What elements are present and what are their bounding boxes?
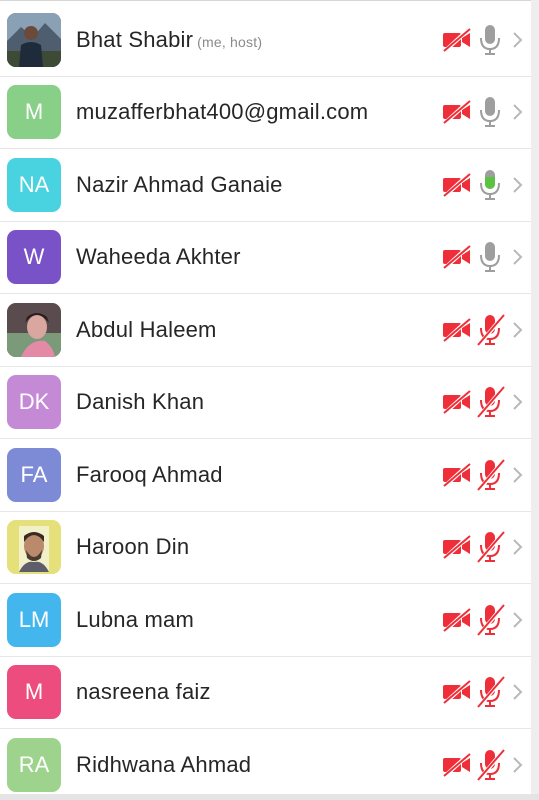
avatar xyxy=(7,12,61,67)
participants-list: Bhat Shabir (me, host) Mmuzafferbhat400@gm… xyxy=(0,4,531,800)
avatar-initials: W xyxy=(23,244,45,270)
chevron-right-icon[interactable] xyxy=(512,248,524,266)
participant-row[interactable]: W Waheeda Akhter xyxy=(0,222,531,294)
video-off-icon xyxy=(441,244,473,270)
avatar: FA xyxy=(7,447,61,502)
participant-name-text: Haroon Din xyxy=(76,534,190,560)
participant-name-text: Nazir Ahmad Ganaie xyxy=(76,171,283,197)
chevron-right-icon[interactable] xyxy=(512,538,524,556)
mic-off-icon xyxy=(474,530,506,564)
avatar: M xyxy=(7,85,61,140)
participant-name: Lubna mam xyxy=(76,607,194,633)
participant-name: muzafferbhat400@gmail.com xyxy=(76,99,368,125)
avatar xyxy=(7,302,61,357)
participant-row[interactable]: RA Ridhwana Ahmad xyxy=(0,729,531,800)
chevron-right-icon[interactable] xyxy=(512,756,524,774)
video-off-icon xyxy=(441,99,473,125)
participant-row[interactable]: Bhat Shabir (me, host) xyxy=(0,4,531,77)
mic-icon xyxy=(474,240,506,274)
participant-row[interactable]: LM Lubna mam xyxy=(0,584,531,657)
participant-name: Abdul Haleem xyxy=(76,317,217,343)
avatar-initials: RA xyxy=(18,751,50,777)
avatar xyxy=(7,520,61,575)
role-tag: (me, host) xyxy=(197,33,263,50)
mic-active-icon xyxy=(474,168,506,202)
participant-name-text: Ridhwana Ahmad xyxy=(76,751,252,777)
avatar-initials: LM xyxy=(18,606,50,632)
scroll-edge xyxy=(531,0,539,800)
chevron-right-icon[interactable] xyxy=(512,466,524,484)
video-off-icon xyxy=(441,172,473,198)
participant-name: Waheeda Akhter xyxy=(76,244,241,270)
avatar: W xyxy=(7,230,61,285)
avatar: DK xyxy=(7,375,61,430)
avatar-initials: M xyxy=(24,679,44,705)
participant-name-text: Waheeda Akhter xyxy=(76,244,241,270)
mic-off-icon xyxy=(474,458,506,492)
participant-row[interactable]: Mnasreena faiz xyxy=(0,657,531,729)
video-off-icon xyxy=(441,679,473,705)
chevron-right-icon[interactable] xyxy=(512,611,524,629)
avatar-initials: M xyxy=(24,99,44,125)
participant-name-text: muzafferbhat400@gmail.com xyxy=(76,99,369,125)
avatar: LM xyxy=(7,592,61,647)
mic-off-icon xyxy=(474,313,506,347)
chevron-right-icon[interactable] xyxy=(512,176,524,194)
participant-name: Haroon Din xyxy=(76,534,189,560)
participant-row[interactable]: FA Farooq Ahmad xyxy=(0,439,531,512)
participant-name-text: Lubna mam xyxy=(76,606,194,632)
chevron-right-icon[interactable] xyxy=(512,393,524,411)
avatar: M xyxy=(7,665,61,720)
chevron-right-icon[interactable] xyxy=(512,31,524,49)
participant-name-text: Farooq Ahmad xyxy=(76,461,223,487)
participant-name: Danish Khan xyxy=(76,389,204,415)
avatar-initials: DK xyxy=(18,389,50,415)
chevron-right-icon[interactable] xyxy=(512,103,524,121)
participant-row[interactable]: DK Danish Khan xyxy=(0,367,531,439)
video-off-icon xyxy=(441,534,473,560)
participant-name-text: Danish Khan xyxy=(76,389,205,415)
mic-off-icon xyxy=(474,385,506,419)
participant-name: Bhat Shabir (me, host) xyxy=(76,27,262,53)
avatar-initials: NA xyxy=(18,171,50,197)
mic-icon xyxy=(474,23,506,57)
chevron-right-icon[interactable] xyxy=(512,321,524,339)
video-off-icon xyxy=(441,317,473,343)
participant-row[interactable]: NA Nazir Ahmad Ganaie xyxy=(0,149,531,222)
avatar-initials: FA xyxy=(20,461,48,487)
video-off-icon xyxy=(441,607,473,633)
participant-name-text: Bhat Shabir xyxy=(76,26,194,52)
bottom-bar xyxy=(0,794,539,800)
mic-off-icon xyxy=(474,603,506,637)
participant-name: Nazir Ahmad Ganaie xyxy=(76,172,283,198)
mic-off-icon xyxy=(474,675,506,709)
avatar: RA xyxy=(7,737,61,792)
video-off-icon xyxy=(441,462,473,488)
participant-row[interactable]: Abdul Haleem xyxy=(0,294,531,367)
video-off-icon xyxy=(441,752,473,778)
participant-row[interactable]: Haroon Din xyxy=(0,512,531,584)
video-off-icon xyxy=(441,389,473,415)
chevron-right-icon[interactable] xyxy=(512,683,524,701)
participant-name: Ridhwana Ahmad xyxy=(76,752,251,778)
avatar: NA xyxy=(7,157,61,212)
top-divider xyxy=(0,0,531,3)
participant-name-text: Abdul Haleem xyxy=(76,316,217,342)
participant-name-text: nasreena faiz xyxy=(76,679,211,705)
mic-icon xyxy=(474,95,506,129)
video-off-icon xyxy=(441,27,473,53)
participant-name: nasreena faiz xyxy=(76,679,211,705)
participant-row[interactable]: Mmuzafferbhat400@gmail.com xyxy=(0,77,531,149)
participant-name: Farooq Ahmad xyxy=(76,462,223,488)
mic-off-icon xyxy=(474,748,506,782)
